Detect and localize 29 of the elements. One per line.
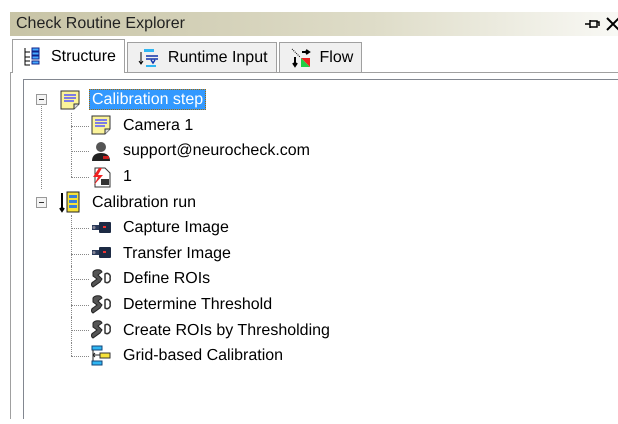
collapse-icon[interactable]	[36, 94, 47, 106]
window-title: Check Routine Explorer	[16, 15, 186, 33]
tab[interactable]: Flow	[278, 42, 362, 72]
tree-item[interactable]: Determine Threshold	[120, 294, 276, 316]
tree-item[interactable]: Capture Image	[120, 217, 232, 238]
person-icon	[90, 140, 112, 162]
shapes-icon	[90, 268, 112, 290]
tab[interactable]: Runtime Input	[126, 42, 277, 72]
grid-icon	[90, 344, 112, 367]
tree-item[interactable]: Define ROIs	[120, 268, 214, 290]
tree-item[interactable]: support@neurocheck.com	[120, 140, 313, 162]
note-icon	[90, 114, 112, 136]
tree-item[interactable]: Create ROIs by Thresholding	[120, 320, 333, 341]
tree-item[interactable]: Grid-based Calibration	[120, 345, 286, 366]
flow-diagram-icon	[290, 48, 312, 68]
tree-item[interactable]: 1	[120, 166, 135, 188]
tree-item[interactable]: Camera 1	[120, 114, 196, 136]
close-icon[interactable]	[606, 17, 618, 31]
tab[interactable]: Structure	[12, 39, 125, 73]
collapse-icon[interactable]	[36, 196, 47, 208]
pin-icon[interactable]	[584, 18, 600, 30]
id-file-icon	[90, 166, 112, 188]
note-icon	[59, 88, 81, 111]
shapes-icon	[90, 294, 112, 316]
input-list-icon	[138, 48, 160, 68]
tree-item[interactable]: Calibration run	[89, 192, 200, 213]
shapes-icon	[90, 319, 112, 342]
tree-item[interactable]: Transfer Image	[120, 242, 234, 264]
run-icon	[59, 191, 81, 214]
